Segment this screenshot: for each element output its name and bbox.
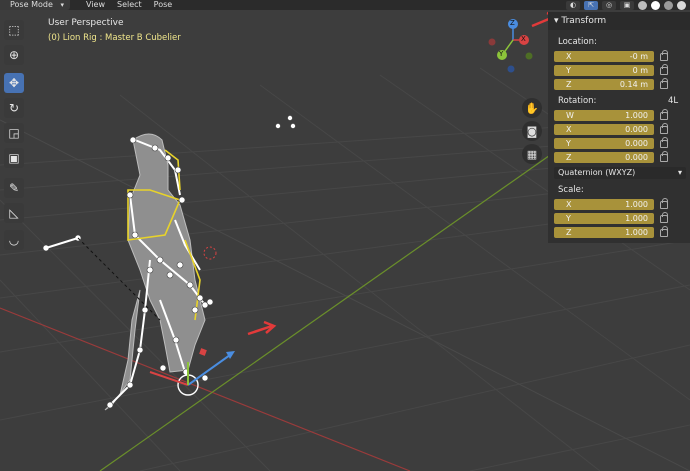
gizmo-toggle-icon[interactable]: ⇱	[584, 0, 598, 10]
rotation-mode-dropdown[interactable]: Quaternion (WXYZ) ▾	[554, 167, 686, 179]
view-name: User Perspective	[48, 18, 124, 28]
gizmo-x-label[interactable]: X	[521, 35, 526, 43]
lock-icon[interactable]	[660, 50, 668, 61]
move-icon[interactable]: ✥	[4, 73, 24, 93]
overlays-icon[interactable]: ◎	[602, 0, 616, 10]
scale-icon[interactable]: ◲	[4, 123, 24, 143]
grid-icon[interactable]: ▦	[522, 144, 542, 164]
mode-label: Pose Mode	[10, 0, 53, 9]
lock-icon[interactable]	[660, 109, 668, 120]
visibility-icon[interactable]: ◐	[566, 0, 580, 10]
lock-icon[interactable]	[660, 64, 668, 75]
rotation-x-field[interactable]: X 0.000	[554, 124, 654, 135]
menu-select[interactable]: Select	[111, 0, 148, 10]
lock-icon[interactable]	[660, 78, 668, 89]
rotation-z-field[interactable]: Z 0.000	[554, 152, 654, 163]
lock-icon[interactable]	[660, 123, 668, 134]
menu-pose[interactable]: Pose	[148, 0, 179, 10]
chevron-down-icon: ▾	[60, 1, 64, 9]
annotate-icon[interactable]: ✎	[4, 178, 24, 198]
mode-dropdown[interactable]: Pose Mode ▾	[0, 0, 70, 10]
location-y-field[interactable]: Y0 m	[554, 65, 654, 76]
lock-icon[interactable]	[660, 198, 668, 209]
character-mesh	[104, 133, 206, 411]
cursor-icon[interactable]: ⊕	[4, 45, 24, 65]
measure-icon[interactable]: ◺	[4, 203, 24, 223]
scale-z-field[interactable]: Z 1.000	[554, 227, 654, 238]
solid-shading-icon[interactable]	[651, 0, 660, 10]
scale-y-field[interactable]: Y 1.000	[554, 213, 654, 224]
rotate-icon[interactable]: ↻	[4, 98, 24, 118]
rendered-shading-icon[interactable]	[677, 0, 686, 10]
rotation-w-field[interactable]: W 1.000	[554, 110, 654, 121]
rotation-y-field[interactable]: Y 0.000	[554, 138, 654, 149]
header-right-controls: ◐ ⇱ ◎ ▣	[566, 0, 690, 10]
location-label: Location:	[558, 37, 597, 47]
transform-panel: ▾ Transform Location: X -0 m Y0 m Z 0.14 m…	[548, 12, 690, 243]
menu-view[interactable]: View	[80, 0, 111, 10]
wireframe-shading-icon[interactable]	[638, 0, 647, 10]
rotation-4l-label[interactable]: 4L	[668, 96, 678, 106]
lock-icon[interactable]	[660, 226, 668, 237]
chevron-down-icon: ▾	[677, 168, 682, 177]
lock-icon[interactable]	[660, 137, 668, 148]
lock-icon[interactable]	[660, 212, 668, 223]
location-z-field[interactable]: Z 0.14 m	[554, 79, 654, 90]
hand-icon[interactable]: ✋	[522, 98, 542, 118]
rotation-label: Rotation:	[558, 96, 597, 106]
select-box-icon[interactable]: ⬚	[4, 20, 24, 40]
relax-pose-icon[interactable]: ◡	[4, 230, 24, 250]
panel-title: Transform	[561, 16, 607, 26]
material-shading-icon[interactable]	[664, 0, 673, 10]
transform-icon[interactable]: ▣	[4, 148, 24, 168]
scale-x-field[interactable]: X 1.000	[554, 199, 654, 210]
active-object-name: (0) Lion Rig : Master B Cubelier	[48, 33, 181, 43]
panel-header[interactable]: ▾ Transform	[548, 12, 690, 30]
navigation-gizmo	[488, 19, 533, 73]
location-x-field[interactable]: X -0 m	[554, 51, 654, 62]
scale-label: Scale:	[558, 185, 584, 195]
xray-icon[interactable]: ▣	[620, 0, 634, 10]
gizmo-z-label[interactable]: Z	[510, 19, 515, 27]
rotation-mode-value: Quaternion (WXYZ)	[558, 168, 636, 177]
camera-icon[interactable]: ◙	[522, 121, 542, 141]
lock-icon[interactable]	[660, 151, 668, 162]
gizmo-y-label[interactable]: Y	[499, 50, 503, 58]
viewport-header: Pose Mode ▾ View Select Pose ◐ ⇱ ◎ ▣	[0, 0, 690, 10]
